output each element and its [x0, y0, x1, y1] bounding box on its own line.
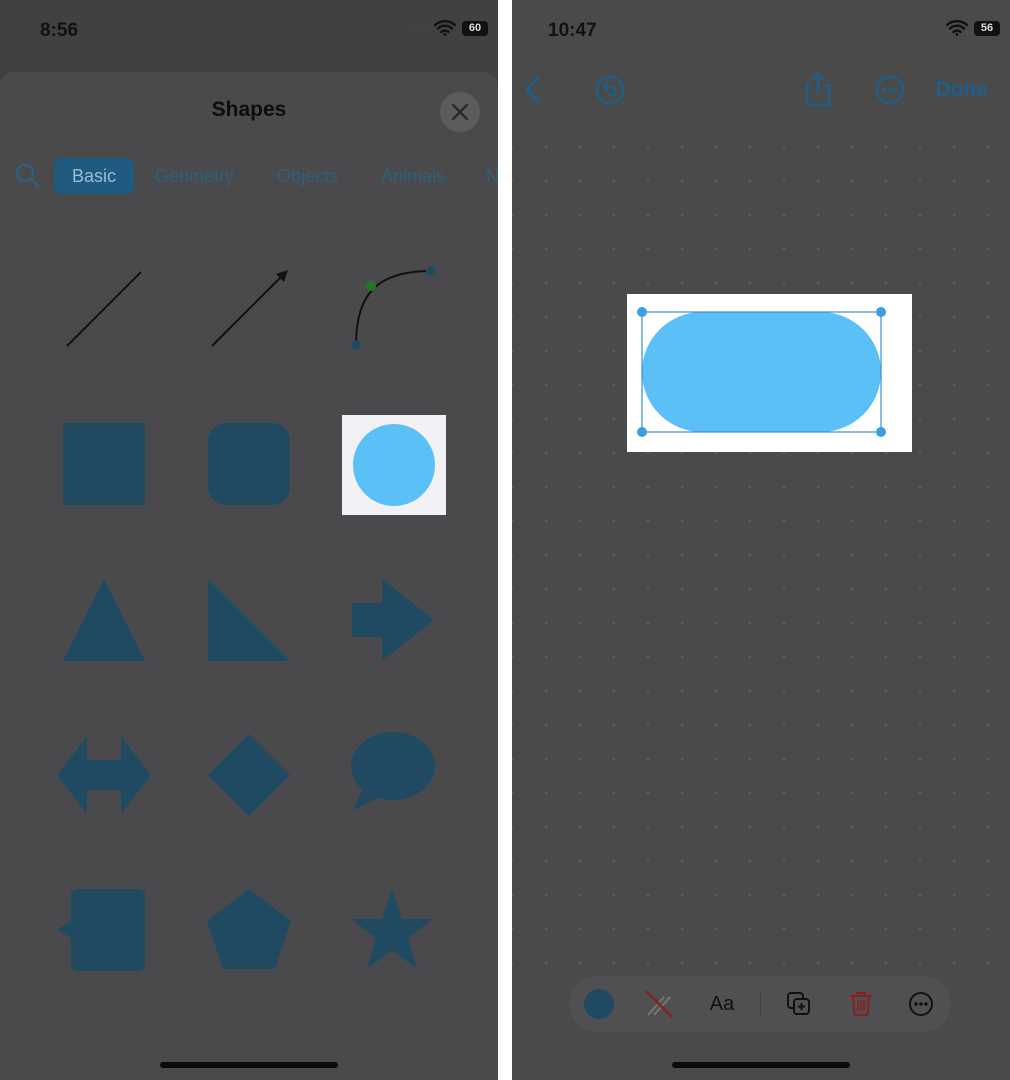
close-icon — [451, 103, 469, 121]
status-icons: 56 — [946, 20, 1000, 36]
wifi-icon — [946, 20, 968, 36]
status-time: 8:56 — [40, 20, 79, 41]
home-indicator — [160, 1062, 338, 1068]
shape-line[interactable] — [49, 254, 159, 364]
search-button[interactable] — [14, 162, 40, 193]
selected-shape[interactable] — [627, 294, 912, 452]
no-stroke-icon — [645, 990, 673, 1018]
shape-arrow-right[interactable] — [337, 565, 447, 675]
shape-triangle[interactable] — [49, 565, 159, 675]
battery-icon: 56 — [974, 20, 1000, 36]
wifi-icon — [434, 20, 456, 36]
canvas-editor-screen: 10:47 56 Done Aa — [512, 0, 1010, 1080]
ellipsis-circle-icon — [909, 992, 933, 1016]
duplicate-icon — [787, 992, 810, 1015]
square-shape-icon — [63, 423, 145, 505]
share-button[interactable] — [802, 70, 834, 110]
stroke-style-button[interactable] — [639, 976, 679, 1032]
curve-shape-icon — [351, 266, 436, 350]
fill-color-swatch-icon — [584, 989, 614, 1019]
fill-color-button[interactable] — [579, 976, 619, 1032]
canvas-dot-grid — [512, 130, 1010, 970]
signal-dots-icon: ···· — [410, 22, 428, 34]
shape-toolbar: Aa — [569, 976, 951, 1032]
shape-square[interactable] — [49, 409, 159, 519]
shape-rounded-square[interactable] — [194, 409, 304, 519]
battery-icon: 60 — [462, 20, 488, 36]
line-shape-icon — [66, 271, 142, 347]
duplicate-button[interactable] — [779, 976, 819, 1032]
trash-icon — [850, 992, 872, 1016]
triangle-shape-icon — [63, 579, 145, 661]
shape-right-triangle[interactable] — [194, 565, 304, 675]
toolbar-more-button[interactable] — [901, 976, 941, 1032]
status-icons: ···· 60 — [411, 20, 488, 36]
tab-next[interactable]: N — [486, 158, 498, 194]
status-time: 10:47 — [548, 20, 597, 41]
tab-basic[interactable]: Basic — [54, 158, 135, 194]
tab-objects[interactable]: Objects — [277, 158, 338, 194]
shape-double-arrow[interactable] — [49, 720, 159, 830]
star-shape-icon — [351, 889, 433, 969]
text-style-button[interactable]: Aa — [697, 976, 747, 1032]
shape-diamond[interactable] — [194, 720, 304, 830]
tab-animals[interactable]: Animals — [381, 158, 445, 194]
undo-button[interactable] — [594, 70, 626, 110]
right-triangle-shape-icon — [208, 579, 290, 661]
callout-square-shape-icon — [57, 889, 145, 971]
shape-speech-bubble[interactable] — [337, 720, 447, 830]
stadium-shape — [637, 307, 886, 437]
shape-callout-square[interactable] — [49, 875, 159, 985]
back-button[interactable] — [522, 70, 542, 110]
shape-arrow[interactable] — [194, 254, 304, 364]
diamond-shape-icon — [208, 734, 290, 816]
chevron-left-icon — [525, 76, 540, 104]
done-button[interactable]: Done — [936, 70, 989, 110]
shape-circle-selected[interactable] — [342, 415, 446, 515]
ellipsis-circle-icon — [875, 75, 905, 105]
arrow-shape-icon — [211, 270, 288, 347]
shapes-picker-screen: 8:56 ···· 60 Shapes Basic Geometry Objec… — [0, 0, 498, 1080]
speech-bubble-shape-icon — [351, 732, 435, 810]
share-icon — [805, 72, 831, 107]
undo-icon — [595, 75, 625, 105]
sheet-title: Shapes — [211, 98, 287, 121]
search-icon — [15, 163, 40, 188]
double-arrow-shape-icon — [57, 736, 151, 814]
delete-button[interactable] — [841, 976, 881, 1032]
shape-curve[interactable] — [337, 254, 447, 364]
shape-star[interactable] — [337, 875, 447, 985]
category-tabs: Basic Geometry Objects Animals N — [0, 158, 498, 196]
home-indicator — [672, 1062, 850, 1068]
rounded-square-shape-icon — [208, 423, 290, 505]
pentagon-shape-icon — [207, 889, 291, 969]
more-options-button[interactable] — [874, 70, 906, 110]
tab-geometry[interactable]: Geometry — [155, 158, 234, 194]
toolbar-divider — [760, 990, 761, 1018]
close-button[interactable] — [440, 92, 480, 132]
arrow-right-shape-icon — [352, 579, 434, 661]
shape-pentagon[interactable] — [194, 875, 304, 985]
circle-shape-icon — [353, 424, 435, 506]
